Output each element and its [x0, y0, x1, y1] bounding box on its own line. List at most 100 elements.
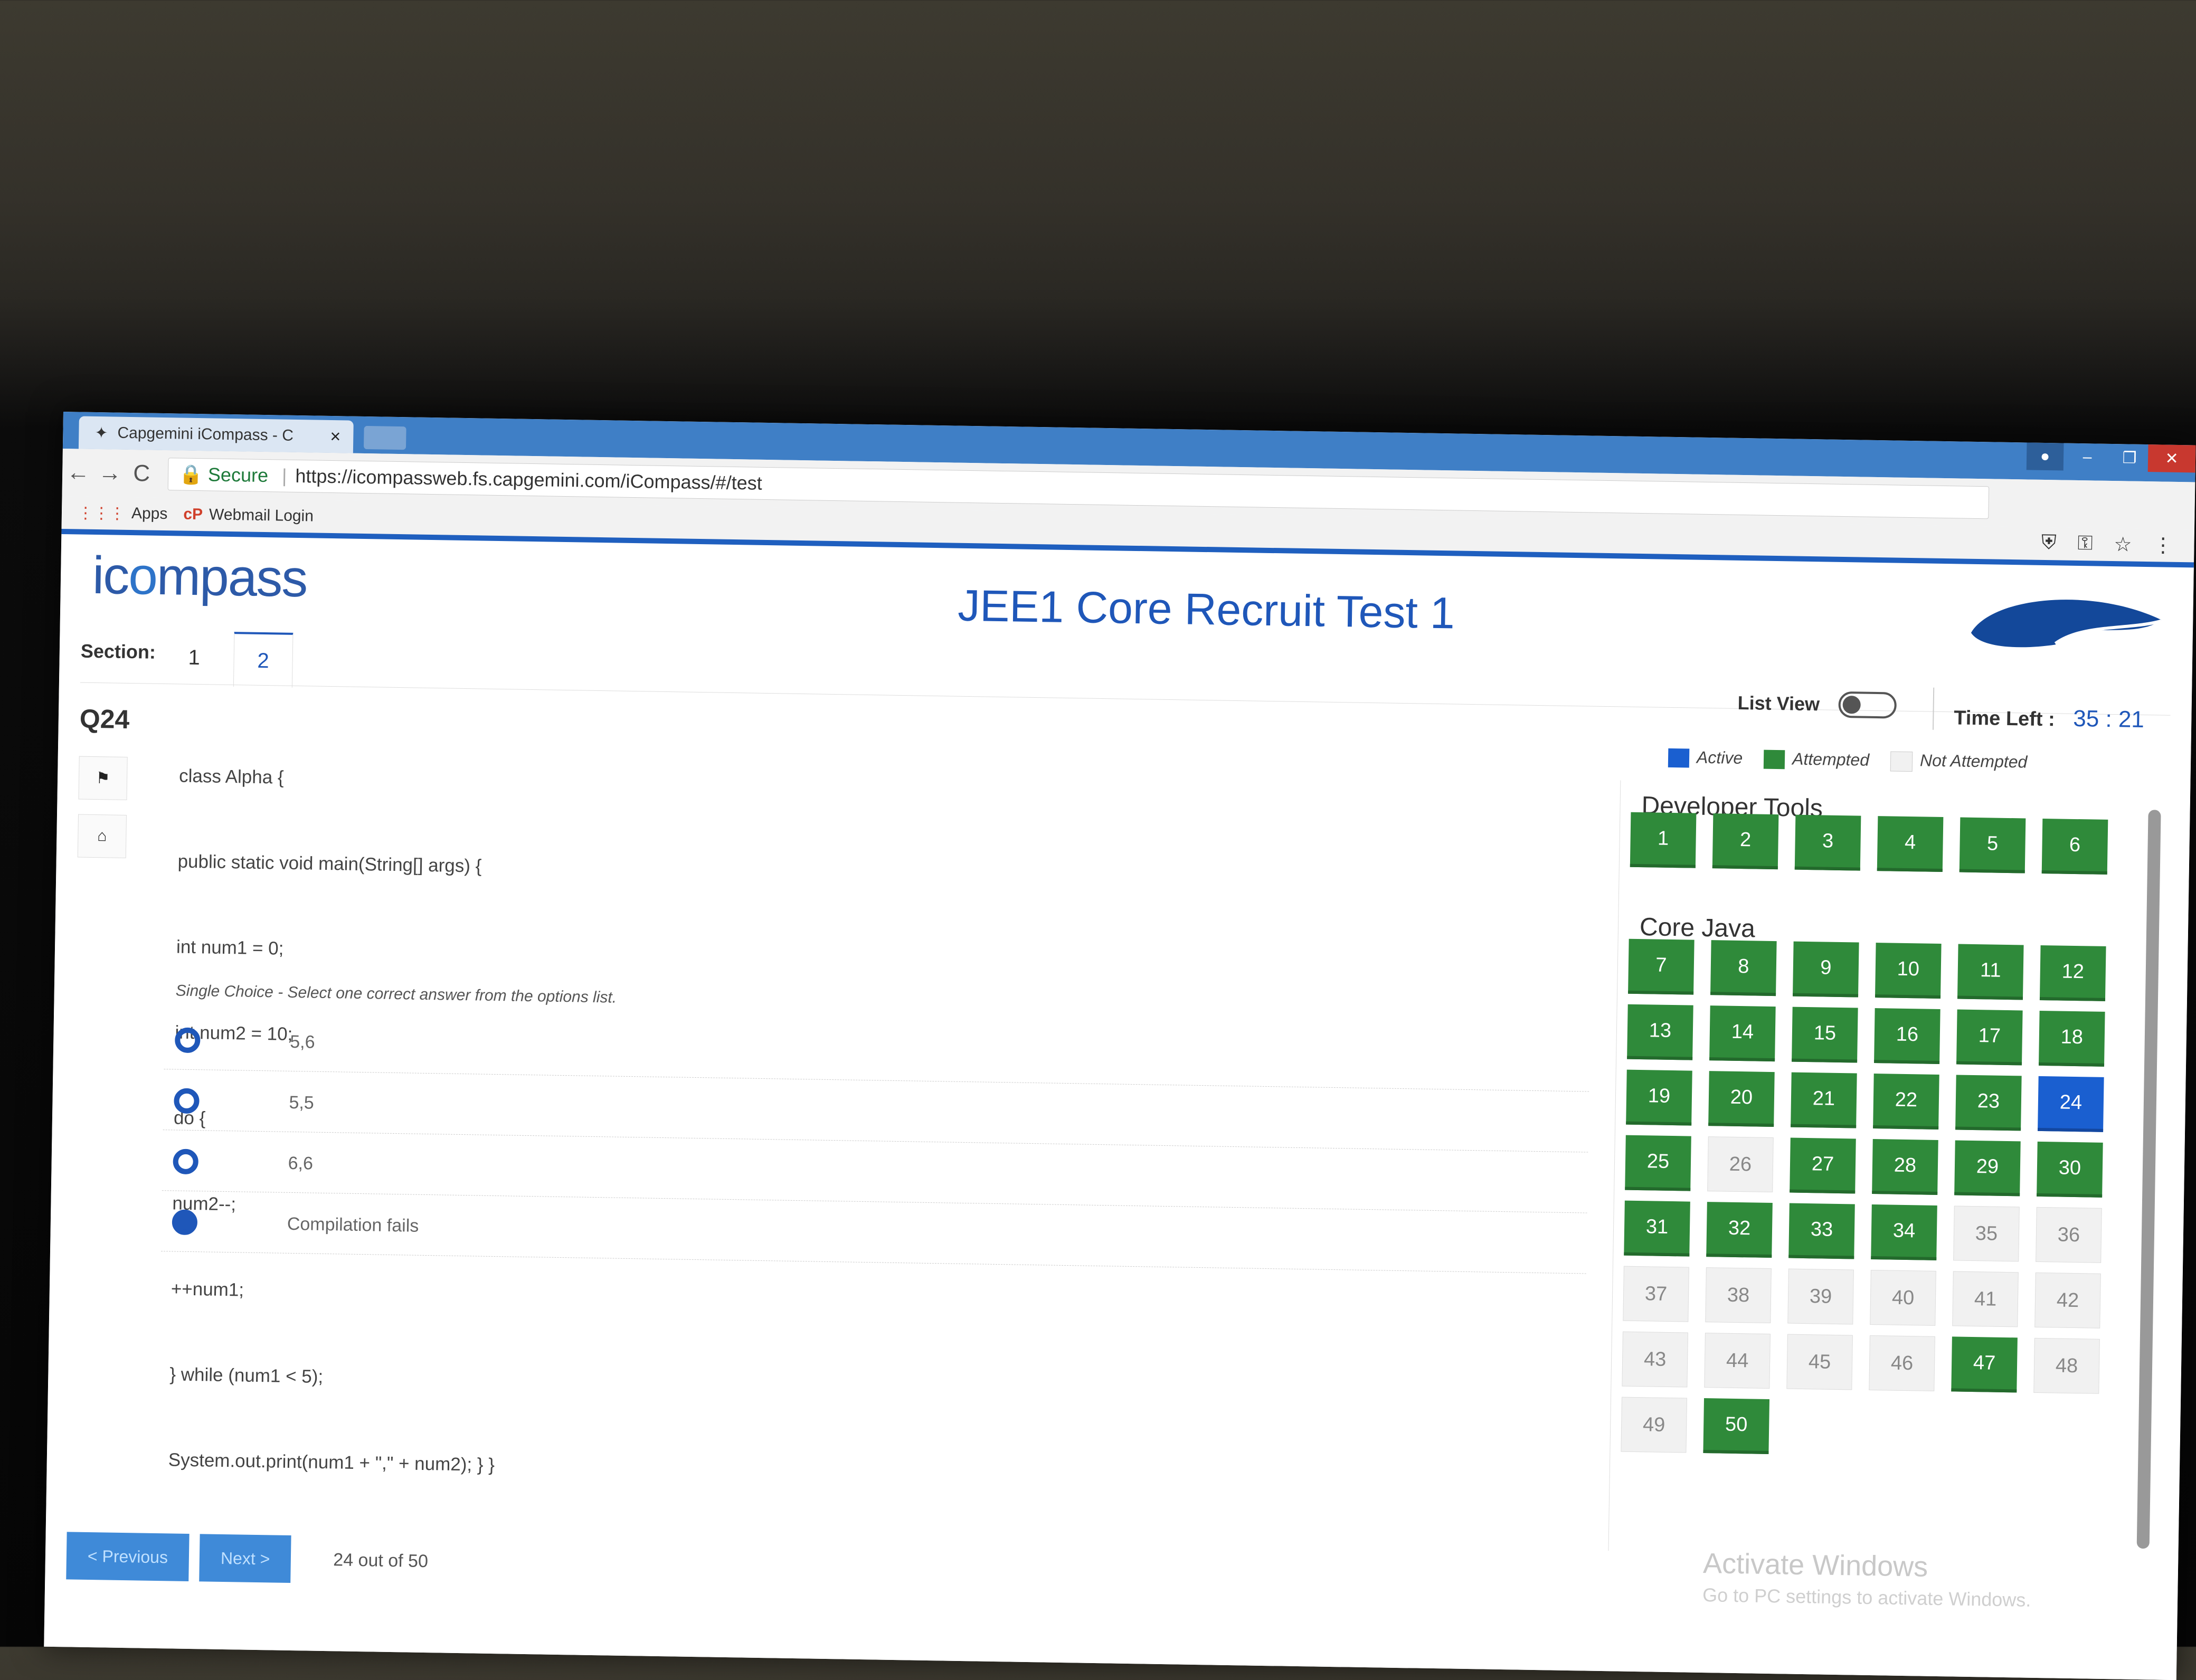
question-box-50[interactable]: 50 — [1703, 1398, 1770, 1454]
question-box-39[interactable]: 39 — [1787, 1268, 1854, 1325]
bookmark-webmail-label: Webmail Login — [209, 506, 314, 525]
header-divider — [1932, 687, 1935, 730]
bookmark-apps[interactable]: ⋮⋮⋮ Apps — [78, 504, 168, 524]
question-box-10[interactable]: 10 — [1875, 943, 1942, 999]
question-box-16[interactable]: 16 — [1874, 1008, 1941, 1064]
question-box-48[interactable]: 48 — [2033, 1337, 2100, 1394]
key-icon[interactable]: ⚿ — [2077, 532, 2093, 556]
monitor-screen: ✦ Capgemini iCompass - C × ● – ❐ ✕ ← → C… — [44, 412, 2196, 1680]
legend-not-attempted: Not Attempted — [1890, 750, 2028, 773]
question-box-49[interactable]: 49 — [1621, 1397, 1688, 1453]
question-box-11[interactable]: 11 — [1957, 944, 2024, 1000]
question-box-41[interactable]: 41 — [1952, 1271, 2019, 1327]
palette-scrollbar[interactable] — [2136, 810, 2161, 1549]
question-box-1[interactable]: 1 — [1630, 812, 1697, 868]
question-box-35[interactable]: 35 — [1953, 1206, 2020, 1262]
question-box-32[interactable]: 32 — [1706, 1202, 1773, 1258]
radio-button-selected[interactable] — [172, 1209, 198, 1236]
question-box-43[interactable]: 43 — [1622, 1331, 1688, 1388]
question-box-44[interactable]: 44 — [1704, 1333, 1771, 1389]
legend-attempted: Attempted — [1763, 748, 1869, 771]
apps-grid-icon: ⋮⋮⋮ — [77, 504, 126, 523]
menu-icon[interactable]: ⋮ — [2153, 533, 2173, 557]
question-box-20[interactable]: 20 — [1708, 1071, 1775, 1127]
question-box-37[interactable]: 37 — [1623, 1266, 1689, 1322]
code-line: int num1 = 0; — [176, 936, 284, 959]
question-box-38[interactable]: 38 — [1705, 1267, 1772, 1324]
question-box-24[interactable]: 24 — [2038, 1076, 2104, 1132]
question-box-31[interactable]: 31 — [1624, 1200, 1690, 1257]
code-line: System.out.print(num1 + "," + num2); } } — [168, 1449, 495, 1476]
question-box-12[interactable]: 12 — [2039, 945, 2106, 1001]
extension-icon[interactable]: ⛨ — [2041, 531, 2057, 555]
section-tab-1[interactable]: 1 — [165, 631, 224, 685]
back-button[interactable]: ← — [62, 459, 94, 486]
question-box-9[interactable]: 9 — [1793, 941, 1859, 998]
question-box-15[interactable]: 15 — [1792, 1007, 1858, 1063]
list-view-toggle[interactable] — [1838, 691, 1897, 719]
next-button[interactable]: Next > — [199, 1534, 292, 1583]
radio-button[interactable] — [173, 1149, 199, 1175]
question-box-47[interactable]: 47 — [1951, 1336, 2018, 1393]
radio-button[interactable] — [174, 1027, 201, 1053]
question-box-5[interactable]: 5 — [1959, 817, 2026, 874]
question-box-29[interactable]: 29 — [1954, 1140, 2021, 1197]
browser-tab[interactable]: ✦ Capgemini iCompass - C × — [78, 416, 354, 453]
list-view-control: List View — [1737, 690, 1897, 719]
question-box-22[interactable]: 22 — [1873, 1074, 1939, 1130]
question-box-14[interactable]: 14 — [1709, 1005, 1776, 1062]
question-box-30[interactable]: 30 — [2037, 1141, 2103, 1198]
tab-close-icon[interactable]: × — [330, 426, 340, 447]
question-box-17[interactable]: 17 — [1956, 1009, 2023, 1066]
question-box-33[interactable]: 33 — [1788, 1203, 1855, 1259]
question-box-21[interactable]: 21 — [1791, 1072, 1857, 1128]
question-box-6[interactable]: 6 — [2041, 818, 2108, 875]
question-box-46[interactable]: 46 — [1869, 1335, 1935, 1391]
question-box-2[interactable]: 2 — [1712, 813, 1779, 870]
toolbar-icons: ⛨ ⚿ ☆ ⋮ — [2041, 531, 2173, 557]
question-box-13[interactable]: 13 — [1627, 1004, 1693, 1060]
webmail-icon: cP — [183, 505, 203, 524]
time-left-label: Time Left : — [1953, 707, 2056, 731]
option-text: 5,6 — [290, 1031, 315, 1052]
question-box-45[interactable]: 45 — [1786, 1334, 1853, 1390]
question-box-42[interactable]: 42 — [2034, 1272, 2101, 1328]
question-box-36[interactable]: 36 — [2036, 1207, 2102, 1263]
question-box-40[interactable]: 40 — [1870, 1269, 1936, 1326]
previous-button[interactable]: < Previous — [66, 1532, 190, 1582]
question-box-18[interactable]: 18 — [2039, 1010, 2105, 1067]
time-left-value: 35 : 21 — [2072, 705, 2145, 733]
star-icon[interactable]: ☆ — [2114, 533, 2132, 557]
question-box-25[interactable]: 25 — [1625, 1135, 1691, 1191]
window-close-icon[interactable]: ✕ — [2147, 444, 2196, 473]
legend-not-attempted-label: Not Attempted — [1919, 751, 2028, 772]
bookmark-icon: ⌂ — [97, 827, 107, 845]
bookmark-button[interactable]: ⌂ — [77, 814, 127, 858]
radio-button[interactable] — [174, 1088, 200, 1114]
code-line: } while (num1 < 5); — [169, 1364, 324, 1387]
question-box-34[interactable]: 34 — [1871, 1204, 1937, 1260]
question-box-4[interactable]: 4 — [1877, 816, 1944, 872]
question-box-27[interactable]: 27 — [1790, 1137, 1856, 1194]
section-label: Section: — [80, 640, 156, 663]
option-text: Compilation fails — [287, 1213, 419, 1236]
maximize-icon[interactable]: ❐ — [2111, 444, 2148, 472]
question-box-23[interactable]: 23 — [1955, 1075, 2022, 1131]
flag-button[interactable]: ⚑ — [78, 756, 128, 800]
question-box-19[interactable]: 19 — [1626, 1069, 1692, 1126]
code-line: public static void main(String[] args) { — [177, 851, 482, 877]
legend-active-label: Active — [1696, 747, 1743, 767]
question-box-3[interactable]: 3 — [1794, 814, 1861, 871]
new-tab-button[interactable] — [363, 425, 406, 450]
question-box-28[interactable]: 28 — [1872, 1139, 1938, 1195]
question-box-26[interactable]: 26 — [1707, 1136, 1774, 1193]
question-box-8[interactable]: 8 — [1710, 940, 1777, 996]
reload-button[interactable]: C — [126, 460, 158, 487]
forward-button[interactable]: → — [94, 460, 126, 487]
section-tab-2[interactable]: 2 — [233, 632, 294, 688]
bookmark-webmail[interactable]: cP Webmail Login — [183, 506, 314, 526]
profile-icon[interactable]: ● — [2026, 442, 2064, 471]
question-box-7[interactable]: 7 — [1628, 938, 1695, 995]
minimize-icon[interactable]: – — [2069, 443, 2106, 471]
url-separator: | — [281, 464, 287, 487]
